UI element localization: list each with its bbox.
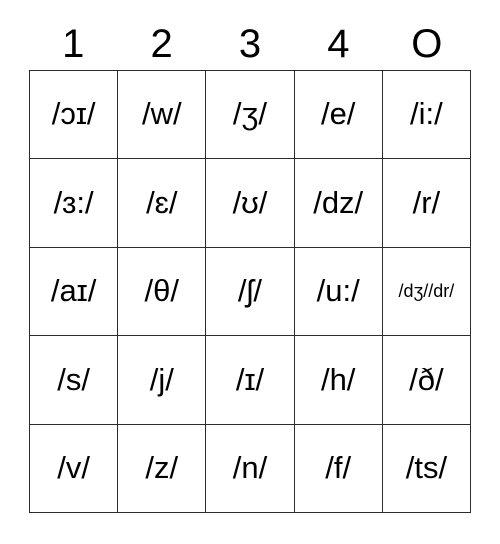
bingo-cell-r2c1[interactable]: /ɜ:/ xyxy=(30,159,119,248)
bingo-cell-r3c1[interactable]: /aɪ/ xyxy=(30,247,119,337)
bingo-cell-r5c1[interactable]: /v/ xyxy=(30,424,119,513)
bingo-cell-r5c2[interactable]: /z/ xyxy=(118,424,207,513)
bingo-column-headers: 1 2 3 4 O xyxy=(29,17,471,70)
column-header-1: 1 xyxy=(62,21,85,66)
bingo-cell-r4c4[interactable]: /h/ xyxy=(294,336,383,425)
column-header-3: 3 xyxy=(238,21,262,66)
bingo-cell-r4c5[interactable]: /ð/ xyxy=(382,336,471,425)
bingo-cell-r3c2[interactable]: /θ/ xyxy=(118,247,207,337)
bingo-cell-r2c4[interactable]: /dz/ xyxy=(294,159,383,248)
bingo-cell-r4c3[interactable]: /ɪ/ xyxy=(206,336,295,425)
bingo-cell-r1c3[interactable]: /ʒ/ xyxy=(206,71,295,160)
column-header-2: 2 xyxy=(150,21,173,66)
bingo-cell-r3c4[interactable]: /u:/ xyxy=(294,247,383,337)
bingo-cell-r5c4[interactable]: /f/ xyxy=(294,424,383,513)
bingo-cell-r1c5[interactable]: /i:/ xyxy=(382,71,471,160)
bingo-cell-r1c1[interactable]: /ɔɪ/ xyxy=(30,71,119,160)
bingo-cell-r3c5[interactable]: /dʒ//dr/ xyxy=(382,247,471,337)
bingo-cell-r5c5[interactable]: /ts/ xyxy=(382,424,471,513)
bingo-cell-r1c4[interactable]: /e/ xyxy=(294,71,383,160)
bingo-cell-r3c3[interactable]: /ʃ/ xyxy=(206,247,295,337)
bingo-cell-r2c5[interactable]: /r/ xyxy=(382,159,471,248)
column-header-5: O xyxy=(411,21,443,66)
bingo-card: 1 2 3 4 O /ɔɪ/ /w/ /ʒ/ /e/ /i:/ /ɜ:/ /ɛ/… xyxy=(0,0,500,544)
bingo-cell-r2c2[interactable]: /ɛ/ xyxy=(118,159,207,248)
bingo-grid: /ɔɪ/ /w/ /ʒ/ /e/ /i:/ /ɜ:/ /ɛ/ /ʊ/ /dz/ … xyxy=(29,70,471,513)
bingo-cell-r4c1[interactable]: /s/ xyxy=(30,336,119,425)
bingo-cell-r2c3[interactable]: /ʊ/ xyxy=(206,159,295,248)
bingo-cell-r5c3[interactable]: /n/ xyxy=(206,424,295,513)
bingo-cell-r1c2[interactable]: /w/ xyxy=(118,71,207,160)
column-header-4: 4 xyxy=(327,21,350,66)
bingo-cell-r4c2[interactable]: /j/ xyxy=(118,336,207,425)
